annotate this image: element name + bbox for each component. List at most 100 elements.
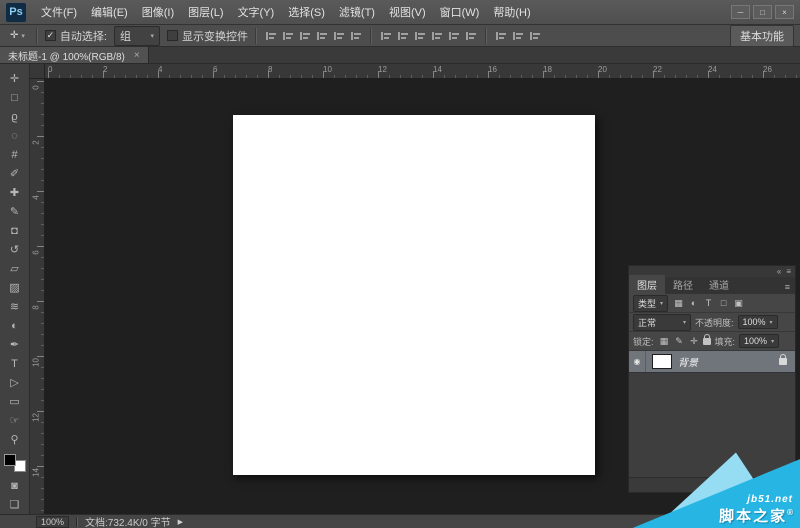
- tool-preset-dropdown[interactable]: ✛ ▾: [6, 29, 29, 42]
- document-tab[interactable]: 未标题-1 @ 100%(RGB/8) ×: [0, 47, 149, 63]
- lock-image-pixels-icon[interactable]: ✎: [673, 335, 686, 348]
- minimize-button[interactable]: ─: [731, 5, 750, 19]
- filter-smart-objects-icon[interactable]: ▣: [732, 297, 745, 310]
- ruler-number: 4: [158, 65, 163, 74]
- menu-layer[interactable]: 图层(L): [181, 0, 230, 24]
- filter-pixel-layers-icon[interactable]: ▦: [672, 297, 685, 310]
- ruler-number: 26: [763, 65, 772, 74]
- type-tool[interactable]: T: [3, 354, 27, 373]
- quick-mask-icon[interactable]: ◙: [3, 476, 27, 495]
- layer-row-background[interactable]: ◉ 背景: [629, 351, 795, 373]
- filter-shape-layers-icon[interactable]: □: [717, 297, 730, 310]
- menu-type[interactable]: 文字(Y): [231, 0, 282, 24]
- chevron-down-icon: ▾: [769, 319, 773, 326]
- tab-channels[interactable]: 通道: [701, 275, 737, 294]
- zoom-level-field[interactable]: 100%: [36, 515, 70, 528]
- menu-edit[interactable]: 编辑(E): [84, 0, 135, 24]
- panel-dock-menu-icon[interactable]: ≡: [786, 267, 791, 276]
- distribute-vertical-spacing-icon[interactable]: [510, 29, 525, 42]
- distribute-horizontal-spacing-icon[interactable]: [493, 29, 508, 42]
- lock-all-icon[interactable]: [702, 333, 711, 345]
- menu-select[interactable]: 选择(S): [281, 0, 332, 24]
- titlebar: Ps 文件(F) 编辑(E) 图像(I) 图层(L) 文字(Y) 选择(S) 滤镜(T) 视图…: [0, 0, 800, 25]
- healing-brush-tool[interactable]: ✚: [3, 183, 27, 202]
- lasso-tool[interactable]: ϱ: [3, 107, 27, 126]
- layer-thumbnail[interactable]: [652, 354, 672, 369]
- chevron-down-icon: ▾: [660, 300, 664, 307]
- quick-selection-tool[interactable]: ◌: [3, 126, 27, 145]
- distribute-horizontal-centers-icon[interactable]: [446, 29, 461, 42]
- auto-select-label: 自动选择:: [59, 30, 107, 43]
- hand-tool[interactable]: ☞: [3, 411, 27, 430]
- move-tool-icon: ✛: [10, 30, 19, 41]
- shape-tool[interactable]: ▭: [3, 392, 27, 411]
- filter-adjustment-layers-icon[interactable]: ◐: [687, 297, 700, 310]
- distribute-bottom-edges-icon[interactable]: [412, 29, 427, 42]
- filter-type-layers-icon[interactable]: T: [702, 297, 715, 310]
- distribute-right-edges-icon[interactable]: [463, 29, 478, 42]
- fill-dropdown[interactable]: 100% ▾: [739, 334, 780, 348]
- tab-layers[interactable]: 图层: [629, 275, 665, 294]
- align-left-edges-icon[interactable]: [314, 29, 329, 42]
- color-swatches[interactable]: [3, 454, 26, 472]
- collapse-panels-icon[interactable]: «: [777, 267, 781, 276]
- blur-tool[interactable]: ≋: [3, 297, 27, 316]
- foreground-color-swatch[interactable]: [3, 454, 16, 466]
- blend-mode-dropdown[interactable]: 正常 ▾: [633, 313, 691, 331]
- vertical-ruler[interactable]: 0 2 4 6 8 10 12 14: [30, 79, 45, 514]
- menu-file[interactable]: 文件(F): [34, 0, 84, 24]
- align-top-edges-icon[interactable]: [263, 29, 278, 42]
- horizontal-ruler[interactable]: 0 2 4 6 8 10 12 14 16 18 20 22 24 26: [45, 64, 800, 79]
- lock-position-icon[interactable]: ✛: [688, 335, 701, 348]
- layer-filter-dropdown[interactable]: 类型 ▾: [633, 294, 669, 312]
- align-right-edges-icon[interactable]: [348, 29, 363, 42]
- eraser-tool[interactable]: ▱: [3, 259, 27, 278]
- ruler-number: 4: [31, 195, 41, 200]
- move-tool[interactable]: ✛: [3, 69, 27, 88]
- menu-help[interactable]: 帮助(H): [486, 0, 537, 24]
- close-button[interactable]: ×: [775, 5, 794, 19]
- auto-select-checkbox[interactable]: ✓ 自动选择:: [44, 28, 107, 44]
- status-popup-arrow-icon[interactable]: ▶: [178, 518, 183, 526]
- brush-tool[interactable]: ✎: [3, 202, 27, 221]
- auto-select-target-dropdown[interactable]: 组 ▾: [113, 25, 160, 46]
- align-horizontal-centers-icon[interactable]: [331, 29, 346, 42]
- dodge-tool[interactable]: ◐: [3, 316, 27, 335]
- auto-align-layers-icon[interactable]: [527, 29, 542, 42]
- ruler-corner[interactable]: [30, 64, 45, 79]
- workspace-switcher-button[interactable]: 基本功能: [730, 24, 794, 47]
- photoshop-window: Ps 文件(F) 编辑(E) 图像(I) 图层(L) 文字(Y) 选择(S) 滤镜(T) 视图…: [0, 0, 800, 528]
- distribute-top-edges-icon[interactable]: [378, 29, 393, 42]
- separator: [35, 27, 38, 44]
- eyedropper-tool[interactable]: ✐: [3, 164, 27, 183]
- maximize-button[interactable]: □: [753, 5, 772, 19]
- path-selection-tool[interactable]: ▷: [3, 373, 27, 392]
- pen-tool[interactable]: ✒: [3, 335, 27, 354]
- lock-transparent-pixels-icon[interactable]: ▦: [658, 335, 671, 348]
- tab-close-icon[interactable]: ×: [134, 50, 140, 61]
- menu-filter[interactable]: 滤镜(T): [332, 0, 382, 24]
- separator: [484, 27, 487, 44]
- align-bottom-edges-icon[interactable]: [297, 29, 312, 42]
- screen-mode-icon[interactable]: ❏: [3, 495, 27, 514]
- crop-tool[interactable]: #: [3, 145, 27, 164]
- tab-paths[interactable]: 路径: [665, 275, 701, 294]
- history-brush-tool[interactable]: ↺: [3, 240, 27, 259]
- distribute-vertical-centers-icon[interactable]: [395, 29, 410, 42]
- zoom-tool[interactable]: ⚲: [3, 430, 27, 449]
- distribute-left-edges-icon[interactable]: [429, 29, 444, 42]
- clone-stamp-tool[interactable]: ◘: [3, 221, 27, 240]
- show-transform-controls-checkbox[interactable]: 显示变换控件: [166, 28, 248, 44]
- document-canvas[interactable]: [233, 115, 595, 475]
- menu-window[interactable]: 窗口(W): [433, 0, 487, 24]
- menu-view[interactable]: 视图(V): [382, 0, 433, 24]
- menu-image[interactable]: 图像(I): [135, 0, 181, 24]
- layer-visibility-icon[interactable]: ◉: [629, 351, 646, 372]
- gradient-tool[interactable]: ▨: [3, 278, 27, 297]
- opacity-label: 不透明度:: [695, 317, 734, 328]
- opacity-dropdown[interactable]: 100% ▾: [737, 315, 778, 329]
- panel-menu-icon[interactable]: ≡: [780, 282, 795, 294]
- marquee-tool[interactable]: □: [3, 88, 27, 107]
- align-vertical-centers-icon[interactable]: [280, 29, 295, 42]
- layer-name[interactable]: 背景: [678, 354, 779, 369]
